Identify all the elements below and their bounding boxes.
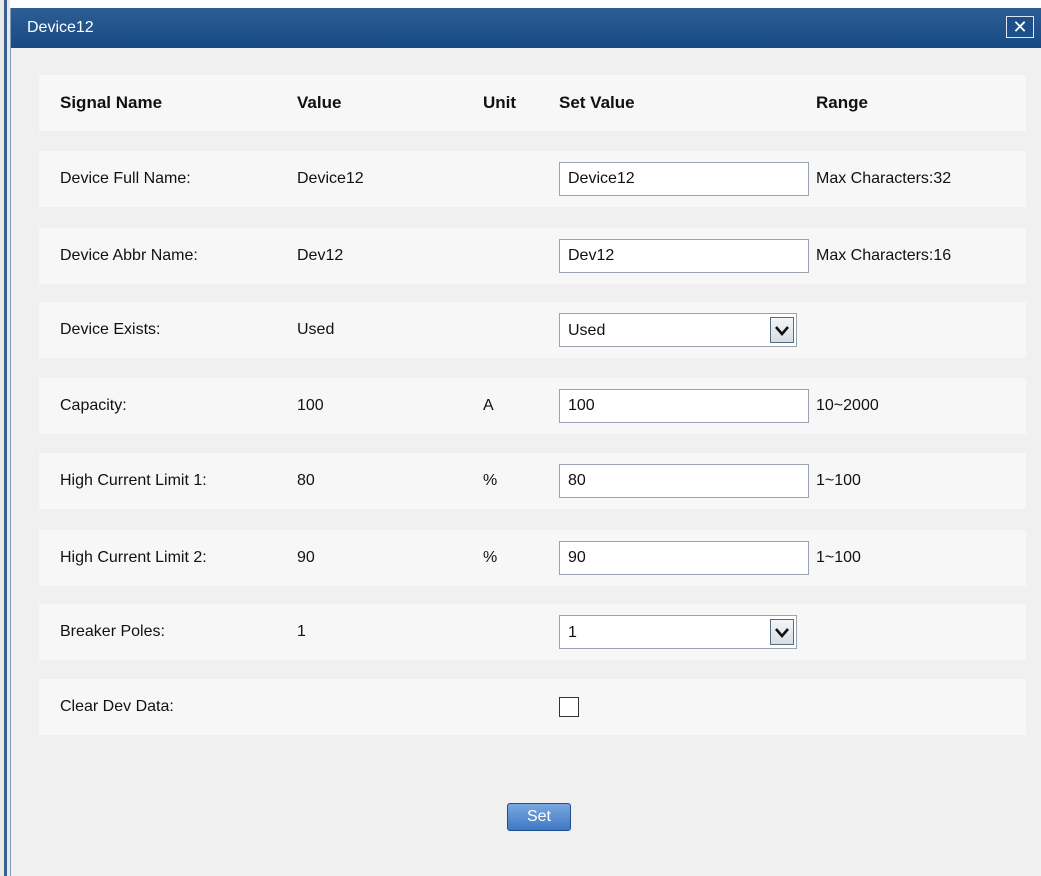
- table-row: High Current Limit 1: 80 % 1~100: [39, 453, 1026, 509]
- capacity-input[interactable]: [559, 389, 809, 423]
- row-value: Dev12: [297, 247, 344, 264]
- header-unit: Unit: [483, 93, 517, 112]
- row-value: 80: [297, 472, 315, 489]
- high-current-limit-2-input[interactable]: [559, 541, 809, 575]
- table-header: Signal Name Value Unit Set Value Range: [39, 75, 1026, 131]
- row-value: 1: [297, 623, 306, 640]
- table-row: Capacity: 100 A 10~2000: [39, 378, 1026, 434]
- table-row: High Current Limit 2: 90 % 1~100: [39, 530, 1026, 586]
- high-current-limit-1-input[interactable]: [559, 464, 809, 498]
- row-label: Device Abbr Name:: [60, 247, 198, 264]
- table-row: Device Abbr Name: Dev12 Max Characters:1…: [39, 228, 1026, 284]
- device-abbr-name-input[interactable]: [559, 239, 809, 273]
- background-window-edge: [0, 0, 10, 876]
- close-icon[interactable]: ✕: [1006, 16, 1034, 38]
- header-set-value: Set Value: [559, 93, 635, 112]
- row-range: 1~100: [816, 472, 861, 489]
- row-range: Max Characters:16: [816, 247, 952, 264]
- background-window-border: [4, 0, 7, 876]
- header-signal-name: Signal Name: [60, 93, 163, 112]
- row-range: 10~2000: [816, 397, 879, 414]
- table-row: Breaker Poles: 1 1: [39, 604, 1026, 660]
- row-value: Used: [297, 321, 335, 338]
- table-row: Device Exists: Used Used: [39, 302, 1026, 358]
- breaker-poles-select[interactable]: 1: [559, 615, 797, 649]
- row-value: Device12: [297, 170, 364, 187]
- table-row: Device Full Name: Device12 Max Character…: [39, 151, 1026, 207]
- row-label: Breaker Poles:: [60, 623, 165, 640]
- header-value: Value: [297, 93, 342, 112]
- table-row: Clear Dev Data:: [39, 679, 1026, 735]
- row-unit: %: [483, 549, 498, 566]
- row-value: 100: [297, 397, 324, 414]
- select-value: 1: [568, 624, 577, 641]
- device-exists-select[interactable]: Used: [559, 313, 797, 347]
- row-unit: %: [483, 472, 498, 489]
- device-dialog: Device12 ✕ Signal Name Value Unit Set Va…: [10, 8, 1041, 876]
- row-range: 1~100: [816, 549, 861, 566]
- row-unit: A: [483, 397, 494, 414]
- row-label: Device Exists:: [60, 321, 161, 338]
- row-label: Capacity:: [60, 397, 127, 414]
- clear-dev-data-checkbox[interactable]: [559, 697, 579, 717]
- row-label: Clear Dev Data:: [60, 698, 174, 715]
- header-range: Range: [816, 93, 868, 112]
- row-range: Max Characters:32: [816, 170, 952, 187]
- row-label: High Current Limit 2:: [60, 549, 207, 566]
- row-value: 90: [297, 549, 315, 566]
- row-label: Device Full Name:: [60, 170, 191, 187]
- row-label: High Current Limit 1:: [60, 472, 207, 489]
- chevron-down-icon[interactable]: [770, 619, 794, 645]
- device-full-name-input[interactable]: [559, 162, 809, 196]
- chevron-down-icon[interactable]: [770, 317, 794, 343]
- select-value: Used: [568, 322, 606, 339]
- dialog-titlebar: Device12 ✕: [11, 8, 1041, 48]
- dialog-title: Device12: [27, 19, 94, 36]
- set-button[interactable]: Set: [507, 803, 571, 831]
